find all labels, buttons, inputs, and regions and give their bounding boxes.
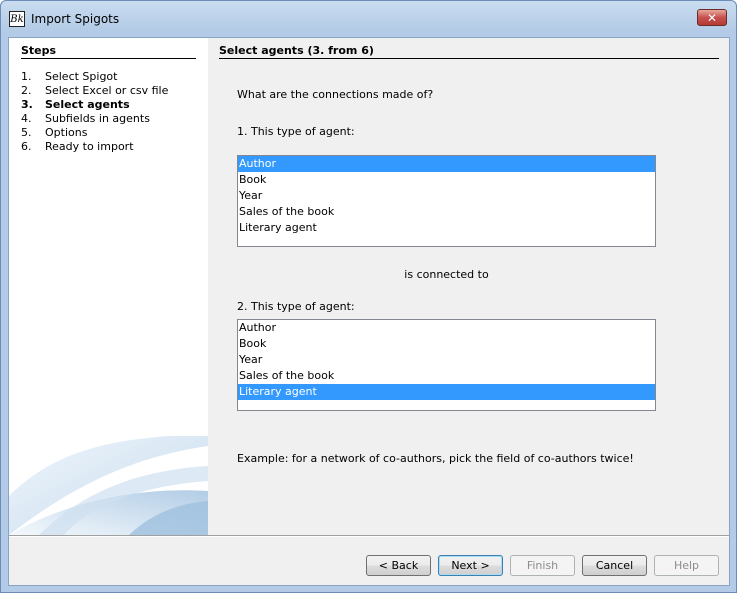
import-spigots-window: Bk Import Spigots ✕ Steps 1. Select Spigo…: [0, 0, 737, 593]
list-item[interactable]: Book: [238, 172, 655, 188]
next-button[interactable]: Next >: [438, 555, 503, 576]
question-text: What are the connections made of?: [237, 88, 434, 101]
first-agent-label: 1. This type of agent:: [237, 125, 355, 138]
finish-button[interactable]: Finish: [510, 555, 575, 576]
step-item-current: 3. Select agents: [21, 98, 130, 111]
window-title: Import Spigots: [31, 12, 120, 26]
first-agent-list[interactable]: Author Book Year Sales of the book Liter…: [237, 155, 656, 247]
step-item: 5. Options: [21, 126, 88, 139]
help-button[interactable]: Help: [654, 555, 719, 576]
list-item[interactable]: Sales of the book: [238, 204, 655, 220]
step-item: 2. Select Excel or csv file: [21, 84, 169, 97]
steps-heading: Steps: [21, 44, 57, 57]
title-bar[interactable]: Bk Import Spigots ✕: [1, 1, 736, 37]
list-item[interactable]: Author: [238, 320, 655, 336]
list-item[interactable]: Year: [238, 352, 655, 368]
wizard-client-area: Steps 1. Select Spigot 2. Select Excel or …: [8, 37, 730, 586]
step-item: 6. Ready to import: [21, 140, 134, 153]
cancel-button[interactable]: Cancel: [582, 555, 647, 576]
main-panel: Select agents (3. from 6) What are the c…: [208, 38, 729, 535]
app-icon: Bk: [9, 11, 25, 27]
steps-list: 1. Select Spigot 2. Select Excel or csv fi…: [21, 70, 168, 154]
list-item[interactable]: Book: [238, 336, 655, 352]
back-button[interactable]: < Back: [366, 555, 431, 576]
example-hint: Example: for a network of co-authors, pi…: [237, 452, 634, 465]
footer-divider-highlight: [9, 536, 729, 537]
page-title: Select agents (3. from 6): [219, 44, 374, 57]
connected-to-label: is connected to: [404, 268, 489, 281]
steps-sidebar: Steps 1. Select Spigot 2. Select Excel or …: [9, 38, 208, 535]
second-agent-list[interactable]: Author Book Year Sales of the book Liter…: [237, 319, 656, 411]
close-button[interactable]: ✕: [697, 9, 727, 26]
step-item: 4. Subfields in agents: [21, 112, 150, 125]
second-agent-label: 2. This type of agent:: [237, 300, 355, 313]
step-item: 1. Select Spigot: [21, 70, 118, 83]
list-item[interactable]: Literary agent: [238, 220, 655, 236]
list-item[interactable]: Sales of the book: [238, 368, 655, 384]
title-divider: [219, 58, 719, 59]
steps-divider: [21, 58, 196, 59]
list-item[interactable]: Literary agent: [238, 384, 655, 400]
list-item[interactable]: Year: [238, 188, 655, 204]
decorative-swoosh-graphic: [9, 436, 208, 535]
list-item[interactable]: Author: [238, 156, 655, 172]
